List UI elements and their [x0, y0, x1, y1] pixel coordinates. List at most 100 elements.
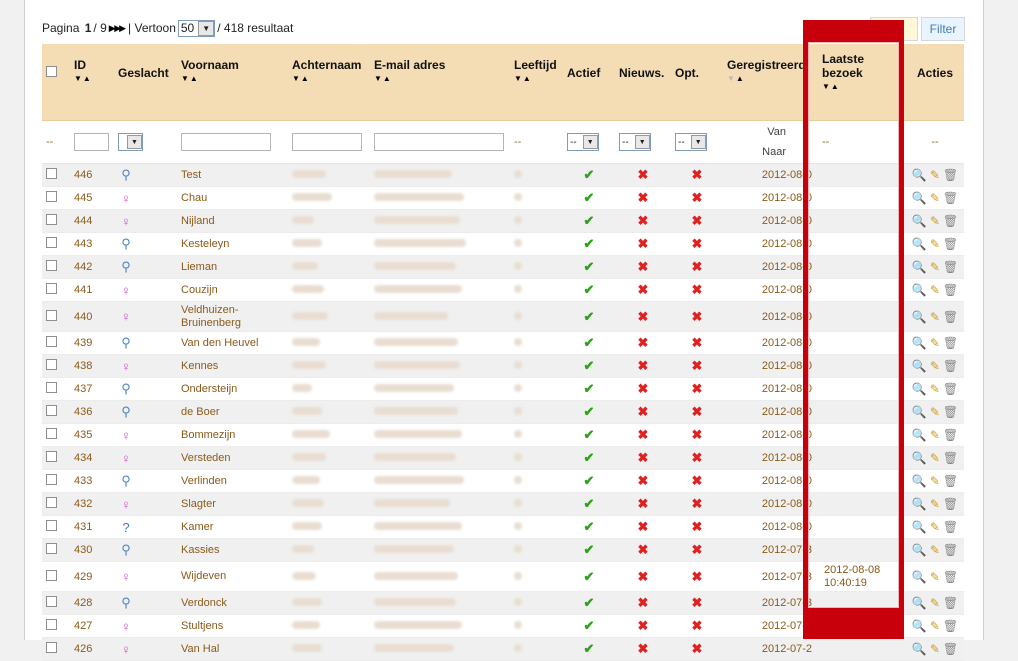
col-email[interactable]: E-mail adres ▼▲: [370, 44, 510, 121]
view-icon[interactable]: 🔍: [912, 520, 927, 534]
edit-icon[interactable]: ✎: [930, 405, 940, 419]
cross-icon[interactable]: ✖: [692, 496, 703, 511]
edit-icon[interactable]: ✎: [930, 543, 940, 557]
cross-icon[interactable]: ✖: [692, 335, 703, 350]
view-icon[interactable]: 🔍: [912, 451, 927, 465]
view-icon[interactable]: 🔍: [912, 619, 927, 633]
row-checkbox[interactable]: [46, 283, 57, 294]
check-icon[interactable]: ✔: [584, 641, 595, 656]
cross-icon[interactable]: ✖: [638, 190, 649, 205]
trash-icon[interactable]: 🗑: [943, 596, 958, 610]
edit-icon[interactable]: ✎: [930, 642, 940, 656]
cross-icon[interactable]: ✖: [638, 259, 649, 274]
check-icon[interactable]: ✔: [584, 404, 595, 419]
trash-icon[interactable]: 🗑: [943, 520, 958, 534]
row-checkbox[interactable]: [46, 474, 57, 485]
check-icon[interactable]: ✔: [584, 450, 595, 465]
select-all-checkbox[interactable]: [46, 66, 57, 77]
row-checkbox[interactable]: [46, 336, 57, 347]
check-icon[interactable]: ✔: [584, 236, 595, 251]
table-row[interactable]: 426 ♀ Van Hal ✔ ✖ ✖ 2012-07-2 🔍 ✎ 🗑: [42, 637, 964, 661]
check-icon[interactable]: ✔: [584, 542, 595, 557]
cross-icon[interactable]: ✖: [692, 618, 703, 633]
cross-icon[interactable]: ✖: [692, 236, 703, 251]
cross-icon[interactable]: ✖: [638, 404, 649, 419]
check-icon[interactable]: ✔: [584, 473, 595, 488]
col-last[interactable]: Achternaam ▼▲: [288, 44, 370, 121]
cross-icon[interactable]: ✖: [638, 618, 649, 633]
check-icon[interactable]: ✔: [584, 427, 595, 442]
view-icon[interactable]: 🔍: [912, 214, 927, 228]
cross-icon[interactable]: ✖: [692, 427, 703, 442]
edit-icon[interactable]: ✎: [930, 283, 940, 297]
row-checkbox[interactable]: [46, 428, 57, 439]
row-checkbox[interactable]: [46, 596, 57, 607]
trash-icon[interactable]: 🗑: [943, 382, 958, 396]
cross-icon[interactable]: ✖: [638, 542, 649, 557]
cross-icon[interactable]: ✖: [692, 450, 703, 465]
row-checkbox[interactable]: [46, 619, 57, 630]
check-icon[interactable]: ✔: [584, 618, 595, 633]
trash-icon[interactable]: 🗑: [943, 570, 958, 584]
view-icon[interactable]: 🔍: [912, 642, 927, 656]
edit-icon[interactable]: ✎: [930, 168, 940, 182]
row-checkbox[interactable]: [46, 451, 57, 462]
view-icon[interactable]: 🔍: [912, 283, 927, 297]
cross-icon[interactable]: ✖: [692, 167, 703, 182]
check-icon[interactable]: ✔: [584, 167, 595, 182]
col-id[interactable]: ID ▼▲: [70, 44, 114, 121]
trash-icon[interactable]: 🗑: [943, 451, 958, 465]
col-age[interactable]: Leeftijd ▼▲: [510, 44, 563, 121]
edit-icon[interactable]: ✎: [930, 214, 940, 228]
view-icon[interactable]: 🔍: [912, 497, 927, 511]
cross-icon[interactable]: ✖: [638, 282, 649, 297]
cross-icon[interactable]: ✖: [638, 427, 649, 442]
cross-icon[interactable]: ✖: [692, 641, 703, 656]
edit-icon[interactable]: ✎: [930, 336, 940, 350]
cross-icon[interactable]: ✖: [638, 595, 649, 610]
check-icon[interactable]: ✔: [584, 595, 595, 610]
view-icon[interactable]: 🔍: [912, 474, 927, 488]
cross-icon[interactable]: ✖: [692, 259, 703, 274]
check-icon[interactable]: ✔: [584, 358, 595, 373]
check-icon[interactable]: ✔: [584, 282, 595, 297]
row-checkbox[interactable]: [46, 520, 57, 531]
view-icon[interactable]: 🔍: [912, 405, 927, 419]
row-checkbox[interactable]: [46, 237, 57, 248]
cross-icon[interactable]: ✖: [638, 473, 649, 488]
trash-icon[interactable]: 🗑: [943, 310, 958, 324]
edit-icon[interactable]: ✎: [930, 570, 940, 584]
trash-icon[interactable]: 🗑: [943, 336, 958, 350]
view-icon[interactable]: 🔍: [912, 596, 927, 610]
trash-icon[interactable]: 🗑: [943, 237, 958, 251]
check-icon[interactable]: ✔: [584, 335, 595, 350]
row-checkbox[interactable]: [46, 309, 57, 321]
filter-id-input[interactable]: [74, 133, 109, 151]
trash-icon[interactable]: 🗑: [943, 260, 958, 274]
edit-icon[interactable]: ✎: [930, 520, 940, 534]
check-icon[interactable]: ✔: [584, 213, 595, 228]
trash-icon[interactable]: 🗑: [943, 619, 958, 633]
edit-icon[interactable]: ✎: [930, 497, 940, 511]
col-first[interactable]: Voornaam ▼▲: [177, 44, 288, 121]
row-checkbox[interactable]: [46, 543, 57, 554]
edit-icon[interactable]: ✎: [930, 451, 940, 465]
cross-icon[interactable]: ✖: [638, 309, 649, 324]
view-icon[interactable]: 🔍: [912, 237, 927, 251]
trash-icon[interactable]: 🗑: [943, 359, 958, 373]
sort-arrows-icon[interactable]: ▼▲: [74, 74, 110, 84]
col-registered[interactable]: Geregistreerd ▼▲: [723, 44, 812, 121]
check-icon[interactable]: ✔: [584, 190, 595, 205]
filter-first-input[interactable]: [181, 133, 271, 151]
filter-gender-select[interactable]: ▼: [118, 133, 143, 151]
sort-arrows-icon[interactable]: ▼▲: [514, 74, 559, 84]
filter-last-input[interactable]: [292, 133, 362, 151]
check-icon[interactable]: ✔: [584, 569, 595, 584]
row-checkbox[interactable]: [46, 359, 57, 370]
cross-icon[interactable]: ✖: [692, 595, 703, 610]
row-checkbox[interactable]: [46, 214, 57, 225]
cross-icon[interactable]: ✖: [692, 309, 703, 324]
cross-icon[interactable]: ✖: [638, 641, 649, 656]
edit-icon[interactable]: ✎: [930, 359, 940, 373]
edit-icon[interactable]: ✎: [930, 596, 940, 610]
